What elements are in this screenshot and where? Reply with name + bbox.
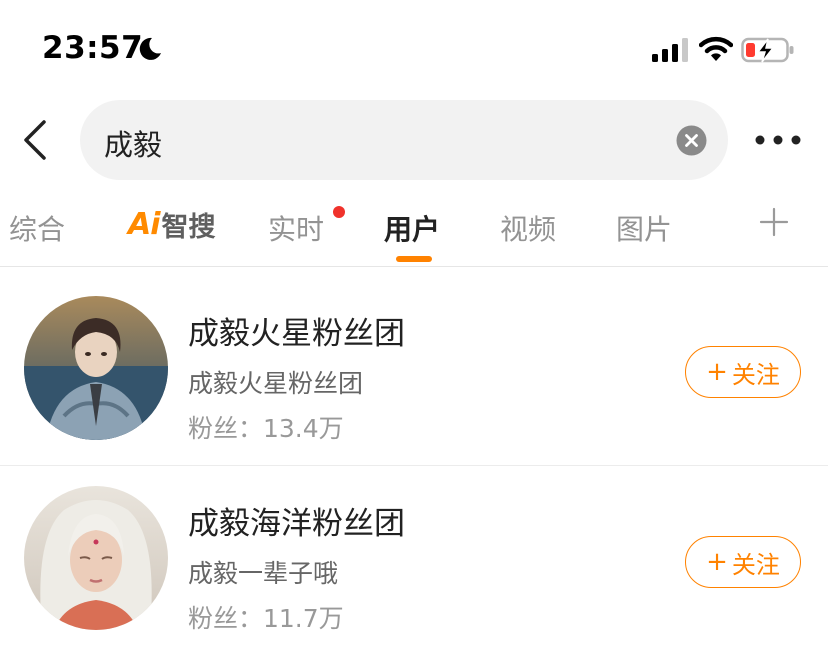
follow-label: 关注 xyxy=(731,360,780,389)
tab-users[interactable]: 用户 xyxy=(384,208,440,248)
tab-ai-search[interactable]: Ai 智搜 xyxy=(128,206,216,243)
tabs-divider xyxy=(0,266,828,267)
add-tab-icon[interactable] xyxy=(759,207,789,237)
clear-icon[interactable] xyxy=(676,125,707,156)
follow-label: 关注 xyxy=(731,550,780,579)
user-fans-count: 粉丝：13.4万 xyxy=(188,414,344,443)
user-description: 成毅火星粉丝团 xyxy=(188,369,364,398)
user-list-item[interactable]: 成毅海洋粉丝团 成毅一辈子哦 粉丝：11.7万 + 关注 xyxy=(0,466,828,654)
user-name[interactable]: 成毅火星粉丝团 xyxy=(188,308,405,353)
active-tab-indicator xyxy=(396,256,432,262)
ai-logo-mark: Ai xyxy=(128,206,161,242)
avatar[interactable] xyxy=(24,296,168,440)
battery-charging-icon xyxy=(741,37,794,63)
back-icon[interactable] xyxy=(18,118,54,162)
ai-logo-text: 智搜 xyxy=(161,211,216,243)
signal-icon xyxy=(652,38,688,62)
status-time: 23:57 xyxy=(42,30,144,66)
user-fans-count: 粉丝：11.7万 xyxy=(188,604,344,633)
follow-button[interactable]: + 关注 xyxy=(685,536,801,588)
search-query-text: 成毅 xyxy=(104,128,163,162)
realtime-badge-dot xyxy=(333,206,345,218)
user-description: 成毅一辈子哦 xyxy=(188,559,339,588)
tab-realtime[interactable]: 实时 xyxy=(268,208,324,248)
search-input[interactable]: 成毅 xyxy=(80,100,728,180)
follow-plus-icon: + xyxy=(706,547,728,577)
follow-button[interactable]: + 关注 xyxy=(685,346,801,398)
tab-video[interactable]: 视频 xyxy=(500,208,556,248)
tab-comprehensive[interactable]: 综合 xyxy=(9,208,65,248)
search-tabs: 综合 Ai 智搜 实时 用户 视频 图片 xyxy=(0,190,828,270)
user-list-item[interactable]: 成毅火星粉丝团 成毅火星粉丝团 粉丝：13.4万 + 关注 xyxy=(0,276,828,464)
user-name[interactable]: 成毅海洋粉丝团 xyxy=(188,498,405,543)
status-bar: 23:57 xyxy=(0,0,828,96)
moon-icon xyxy=(139,37,161,60)
follow-plus-icon: + xyxy=(706,357,728,387)
more-icon[interactable] xyxy=(754,126,802,154)
avatar[interactable] xyxy=(24,486,168,630)
wifi-icon xyxy=(699,36,733,61)
tab-images[interactable]: 图片 xyxy=(616,208,672,248)
